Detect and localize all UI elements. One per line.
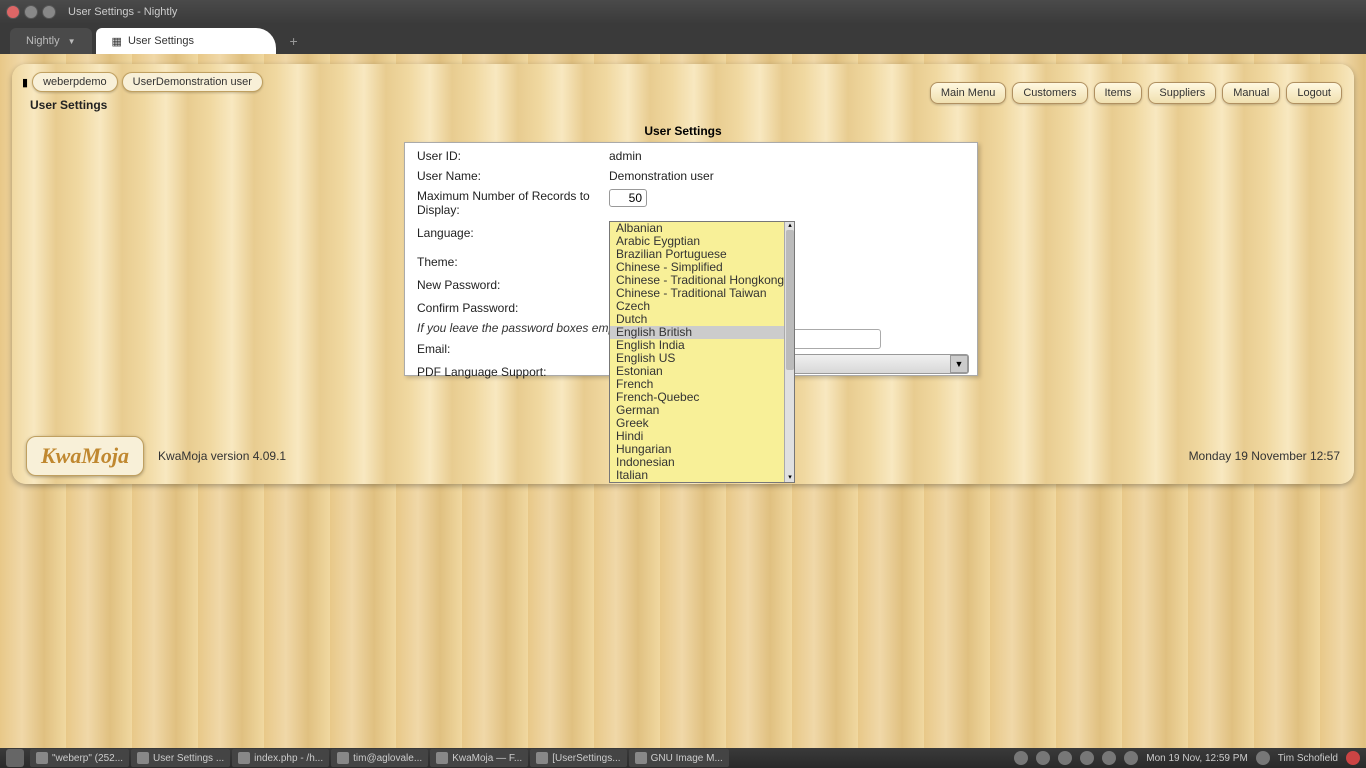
app-icon (137, 752, 149, 764)
version-text: KwaMoja version 4.09.1 (158, 449, 286, 463)
items-button[interactable]: Items (1094, 82, 1143, 104)
app-icon (337, 752, 349, 764)
power-icon[interactable] (1346, 751, 1360, 765)
os-titlebar: User Settings - Nightly (0, 0, 1366, 24)
content-area: ▮ weberpdemo UserDemonstration user User… (0, 54, 1366, 748)
browser-tab-active[interactable]: ▦ User Settings (96, 28, 276, 54)
tray-icon[interactable] (1036, 751, 1050, 765)
book-icon: ▮ (22, 76, 28, 89)
taskbar-user[interactable]: Tim Schofield (1278, 753, 1338, 764)
page-icon: ▦ (112, 35, 122, 48)
label-user-name: User Name: (405, 169, 609, 183)
label-language: Language: (405, 226, 609, 246)
label-theme: Theme: (405, 255, 609, 269)
taskbar-item[interactable]: index.php - /h... (232, 749, 329, 767)
label-email: Email: (405, 342, 609, 356)
language-dropdown[interactable]: ▴ ▾ AlbanianArabic EygptianBrazilian Por… (609, 221, 795, 483)
password-hint: If you leave the password boxes empty yo (405, 321, 640, 335)
app-launcher-icon[interactable] (6, 749, 24, 767)
footer-datetime: Monday 19 November 12:57 (1189, 449, 1340, 463)
customers-button[interactable]: Customers (1012, 82, 1087, 104)
tray-icon[interactable] (1102, 751, 1116, 765)
taskbar-item[interactable]: GNU Image M... (629, 749, 729, 767)
chevron-down-icon: ▼ (950, 355, 968, 373)
taskbar-item[interactable]: "weberp" (252... (30, 749, 129, 767)
new-tab-button[interactable]: + (280, 28, 308, 54)
taskbar-item[interactable]: KwaMoja — F... (430, 749, 528, 767)
os-taskbar: "weberp" (252... User Settings ... index… (0, 748, 1366, 768)
window-maximize-icon[interactable] (42, 5, 56, 19)
breadcrumb-company[interactable]: weberpdemo (32, 72, 118, 92)
taskbar-item[interactable]: User Settings ... (131, 749, 230, 767)
suppliers-button[interactable]: Suppliers (1148, 82, 1216, 104)
tray-icon[interactable] (1080, 751, 1094, 765)
app-icon (436, 752, 448, 764)
value-user-id: admin (609, 149, 977, 163)
scrollbar[interactable]: ▴ ▾ (784, 222, 794, 482)
taskbar-item[interactable]: tim@aglovale... (331, 749, 428, 767)
form-title: User Settings (12, 124, 1354, 138)
scroll-thumb[interactable] (786, 230, 794, 370)
app-icon (536, 752, 548, 764)
manual-button[interactable]: Manual (1222, 82, 1280, 104)
main-menu-button[interactable]: Main Menu (930, 82, 1006, 104)
app-icon (635, 752, 647, 764)
browser-tab-nightly[interactable]: Nightly ▼ (10, 28, 92, 54)
scroll-up-icon[interactable]: ▴ (785, 222, 795, 230)
taskbar-clock[interactable]: Mon 19 Nov, 12:59 PM (1146, 753, 1248, 764)
user-icon[interactable] (1256, 751, 1270, 765)
value-user-name: Demonstration user (609, 169, 977, 183)
breadcrumb: ▮ weberpdemo UserDemonstration user (22, 72, 267, 92)
chevron-down-icon: ▼ (68, 37, 76, 46)
taskbar-item[interactable]: [UserSettings... (530, 749, 626, 767)
top-nav-buttons: Main Menu Customers Items Suppliers Manu… (930, 82, 1342, 104)
tray-icon[interactable] (1124, 751, 1138, 765)
page-title: User Settings (30, 98, 107, 112)
max-records-input[interactable] (609, 189, 647, 207)
tray-icon[interactable] (1014, 751, 1028, 765)
app-icon (36, 752, 48, 764)
logo: KwaMoja (26, 436, 144, 476)
language-option[interactable]: Italian (610, 469, 794, 482)
label-pdf-lang: PDF Language Support: (405, 365, 609, 379)
browser-tab-bar: Nightly ▼ ▦ User Settings + (0, 24, 1366, 54)
label-new-password: New Password: (405, 278, 609, 292)
window-minimize-icon[interactable] (24, 5, 38, 19)
window-close-icon[interactable] (6, 5, 20, 19)
breadcrumb-user[interactable]: UserDemonstration user (122, 72, 263, 92)
tray-icon[interactable] (1058, 751, 1072, 765)
scroll-down-icon[interactable]: ▾ (785, 474, 795, 482)
label-confirm-password: Confirm Password: (405, 301, 609, 315)
logout-button[interactable]: Logout (1286, 82, 1342, 104)
label-user-id: User ID: (405, 149, 609, 163)
tab-label: User Settings (128, 35, 194, 47)
tab-label: Nightly (26, 35, 60, 47)
app-icon (238, 752, 250, 764)
label-max-records: Maximum Number of Records to Display: (405, 189, 609, 217)
window-title: User Settings - Nightly (68, 6, 177, 18)
system-tray: Mon 19 Nov, 12:59 PM Tim Schofield (1014, 751, 1360, 765)
